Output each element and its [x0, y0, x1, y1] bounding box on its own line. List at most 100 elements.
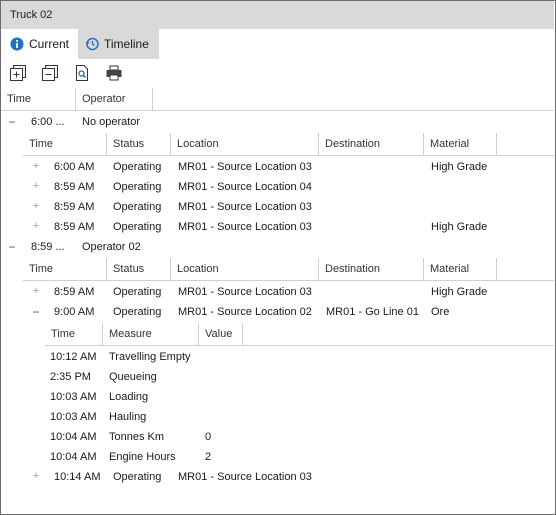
collapse-toggle-icon[interactable]: − — [7, 115, 17, 129]
expand-toggle-icon[interactable]: + — [31, 180, 41, 192]
row-location: MR01 - Source Location 03 — [178, 161, 312, 173]
column-header-material[interactable]: Material — [424, 133, 497, 156]
row-status: Operating — [113, 181, 162, 193]
collapse-toggle-icon[interactable]: − — [31, 305, 41, 319]
group-row[interactable]: − 8:59 ... Operator 02 — [1, 237, 554, 257]
detail-measure: Loading — [109, 391, 149, 403]
top-grid-header: Time Operator — [1, 88, 554, 111]
row-material: High Grade — [431, 286, 488, 298]
expand-toggle-icon[interactable]: + — [31, 200, 41, 212]
table-row[interactable]: + 8:59 AM Operating MR01 - Source Locati… — [1, 282, 554, 302]
table-row[interactable]: + 6:00 AM Operating MR01 - Source Locati… — [1, 157, 554, 177]
row-material: High Grade — [431, 221, 488, 233]
column-header-operator[interactable]: Operator — [76, 88, 153, 111]
row-time: 9:00 AM — [54, 306, 95, 318]
collapse-toggle-icon[interactable]: − — [7, 240, 17, 254]
column-header-time[interactable]: Time — [23, 258, 107, 281]
table-row[interactable]: + 10:14 AM Operating MR01 - Source Locat… — [1, 467, 554, 487]
toolbar — [1, 59, 554, 87]
column-header-label: Time — [29, 138, 54, 150]
detail-value: 0 — [205, 431, 212, 443]
column-header-status[interactable]: Status — [107, 133, 171, 156]
row-time: 8:59 AM — [54, 221, 95, 233]
column-header-label: Status — [113, 263, 145, 275]
detail-grid-header: Time Measure Value — [45, 323, 554, 346]
row-status: Operating — [113, 201, 162, 213]
column-header-label: Status — [113, 138, 145, 150]
expand-toggle-icon[interactable]: + — [31, 220, 41, 232]
tab-current-label: Current — [29, 37, 70, 51]
row-location: MR01 - Source Location 03 — [178, 221, 312, 233]
row-location: MR01 - Source Location 04 — [178, 181, 312, 193]
group-time: 6:00 ... — [31, 116, 65, 128]
expand-toggle-icon[interactable]: + — [31, 470, 41, 482]
detail-row[interactable]: 10:03 AM Loading — [1, 387, 554, 407]
column-header-label: Destination — [325, 138, 381, 150]
column-header-label: Measure — [109, 328, 152, 340]
column-header-destination[interactable]: Destination — [319, 258, 424, 281]
detail-row[interactable]: 10:03 AM Hauling — [1, 407, 554, 427]
column-header-time[interactable]: Time — [23, 133, 107, 156]
print-icon[interactable] — [105, 64, 123, 82]
column-header-measure[interactable]: Measure — [103, 323, 199, 346]
table-row[interactable]: − 9:00 AM Operating MR01 - Source Locati… — [1, 302, 554, 322]
column-header-label: Location — [177, 138, 219, 150]
detail-value: 2 — [205, 451, 212, 463]
row-material: High Grade — [431, 161, 488, 173]
column-header-label: Material — [430, 263, 470, 275]
column-header-time[interactable]: Time — [45, 323, 103, 346]
column-header-label: Time — [29, 263, 54, 275]
row-time: 8:59 AM — [54, 286, 95, 298]
column-header-location[interactable]: Location — [171, 133, 319, 156]
detail-time: 10:04 AM — [50, 451, 97, 463]
detail-row[interactable]: 10:04 AM Engine Hours 2 — [1, 447, 554, 467]
row-status: Operating — [113, 471, 162, 483]
column-header-location[interactable]: Location — [171, 258, 319, 281]
column-header-label: Operator — [82, 93, 126, 105]
detail-row[interactable]: 10:04 AM Tonnes Km 0 — [1, 427, 554, 447]
row-status: Operating — [113, 306, 162, 318]
detail-time: 10:04 AM — [50, 431, 97, 443]
print-preview-icon[interactable] — [73, 64, 91, 82]
collapse-all-icon[interactable] — [41, 64, 59, 82]
table-row[interactable]: + 8:59 AM Operating MR01 - Source Locati… — [1, 217, 554, 237]
row-time: 10:14 AM — [54, 471, 101, 483]
column-header-status[interactable]: Status — [107, 258, 171, 281]
detail-time: 10:03 AM — [50, 391, 97, 403]
row-time: 6:00 AM — [54, 161, 95, 173]
column-header-destination[interactable]: Destination — [319, 133, 424, 156]
expand-toggle-icon[interactable]: + — [31, 285, 41, 297]
row-status: Operating — [113, 221, 162, 233]
detail-measure: Travelling Empty — [109, 351, 191, 363]
row-status: Operating — [113, 286, 162, 298]
column-header-label: Location — [177, 263, 219, 275]
tab-timeline[interactable]: Timeline — [78, 29, 159, 59]
table-row[interactable]: + 8:59 AM Operating MR01 - Source Locati… — [1, 197, 554, 217]
detail-time: 10:12 AM — [50, 351, 97, 363]
column-header-label: Material — [430, 138, 470, 150]
expand-all-icon[interactable] — [9, 64, 27, 82]
detail-row[interactable]: 2:35 PM Queueing — [1, 367, 554, 387]
detail-measure: Queueing — [109, 371, 157, 383]
detail-time: 2:35 PM — [50, 371, 91, 383]
column-header-material[interactable]: Material — [424, 258, 497, 281]
row-material: Ore — [431, 306, 450, 318]
history-icon — [85, 37, 99, 51]
row-location: MR01 - Source Location 03 — [178, 286, 312, 298]
row-time: 8:59 AM — [54, 181, 95, 193]
column-header-label: Time — [51, 328, 76, 340]
detail-row[interactable]: 10:12 AM Travelling Empty — [1, 347, 554, 367]
group-operator: No operator — [82, 116, 141, 128]
info-icon — [10, 37, 24, 51]
row-destination: MR01 - Go Line 01 — [326, 306, 419, 318]
column-header-time[interactable]: Time — [1, 88, 76, 111]
group-row[interactable]: − 6:00 ... No operator — [1, 112, 554, 132]
row-location: MR01 - Source Location 03 — [178, 471, 312, 483]
table-row[interactable]: + 8:59 AM Operating MR01 - Source Locati… — [1, 177, 554, 197]
tab-current[interactable]: Current — [10, 29, 78, 59]
row-status: Operating — [113, 161, 162, 173]
sub-grid-header: Time Status Location Destination Materia… — [23, 133, 554, 156]
expand-toggle-icon[interactable]: + — [31, 160, 41, 172]
detail-time: 10:03 AM — [50, 411, 97, 423]
column-header-value[interactable]: Value — [199, 323, 243, 346]
